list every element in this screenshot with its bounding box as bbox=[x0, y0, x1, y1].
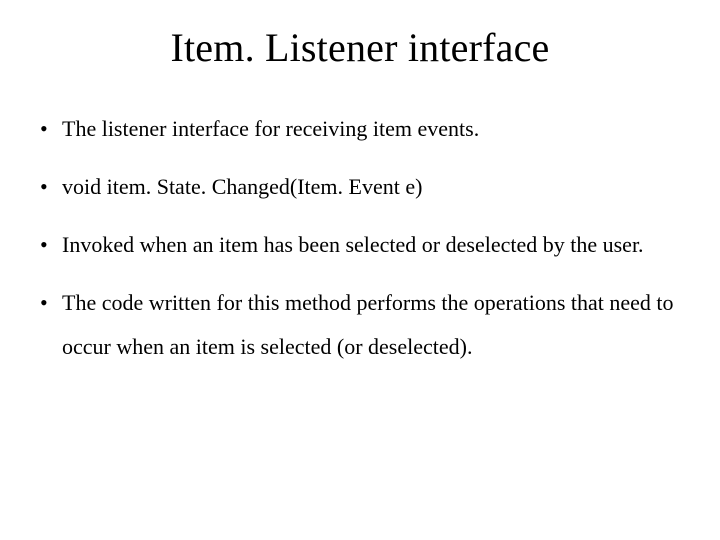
list-item: The listener interface for receiving ite… bbox=[36, 107, 690, 151]
bullet-text: Invoked when an item has been selected o… bbox=[62, 232, 644, 257]
slide-title: Item. Listener interface bbox=[30, 24, 690, 71]
list-item: void item. State. Changed(Item. Event e) bbox=[36, 165, 690, 209]
slide: Item. Listener interface The listener in… bbox=[0, 0, 720, 540]
list-item: Invoked when an item has been selected o… bbox=[36, 223, 690, 267]
bullet-list: The listener interface for receiving ite… bbox=[36, 107, 690, 369]
bullet-text: void item. State. Changed(Item. Event e) bbox=[62, 174, 422, 199]
bullet-text: The code written for this method perform… bbox=[62, 290, 674, 359]
bullet-text: The listener interface for receiving ite… bbox=[62, 116, 479, 141]
list-item: The code written for this method perform… bbox=[36, 281, 690, 369]
